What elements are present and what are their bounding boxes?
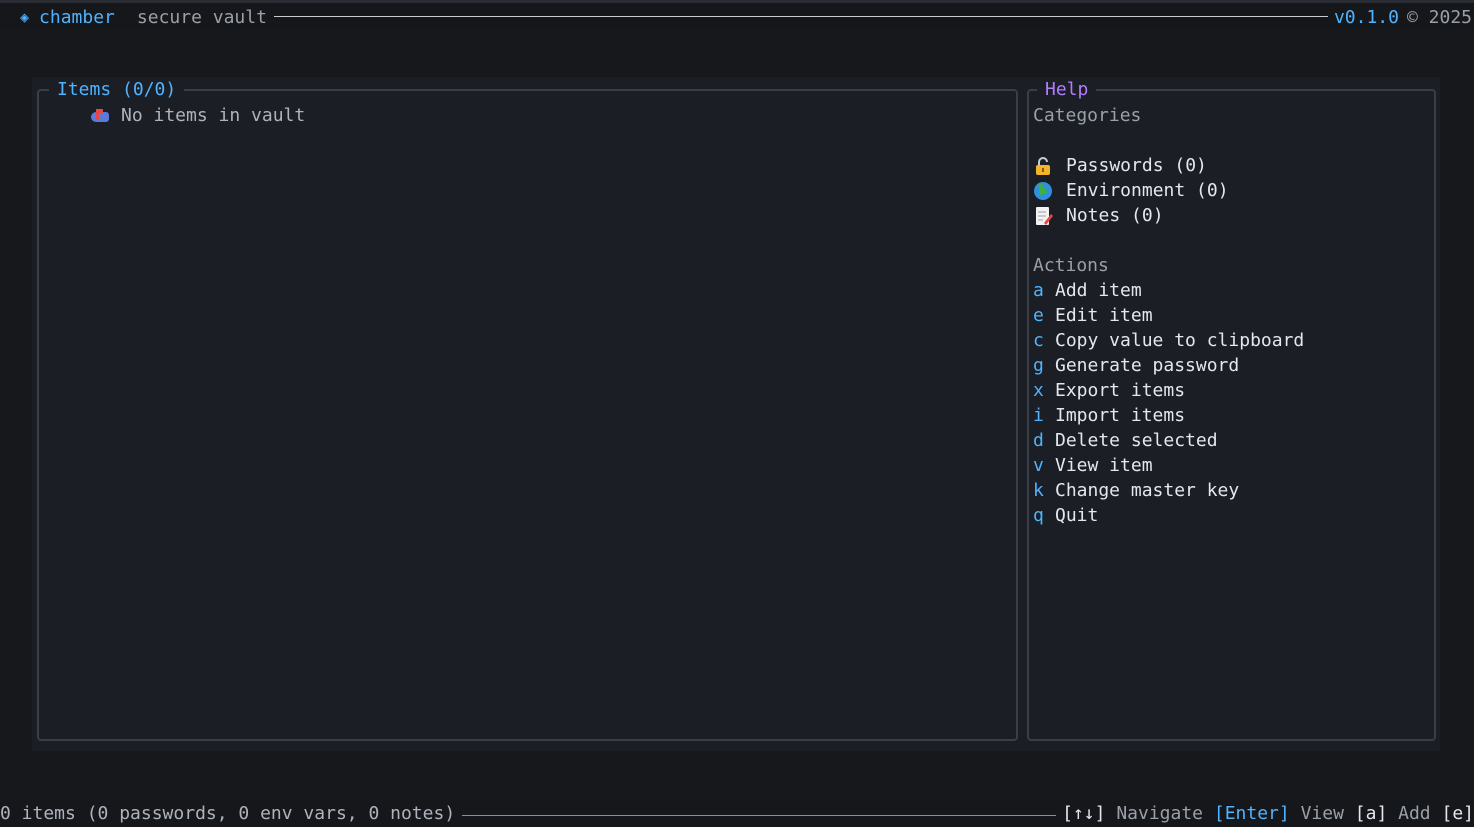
shortcut-label-view: View: [1300, 803, 1344, 824]
action-delete-selected: d Delete selected: [1033, 428, 1430, 453]
action-generate-password: g Generate password: [1033, 353, 1430, 378]
action-key: q: [1033, 505, 1044, 526]
action-copy-value: c Copy value to clipboard: [1033, 328, 1430, 353]
items-panel[interactable]: Items (0/0) No items in vault: [37, 79, 1018, 741]
action-key: e: [1033, 305, 1044, 326]
memo-icon: [1036, 206, 1053, 225]
action-view-item: v View item: [1033, 453, 1430, 478]
empty-state: No items in vault: [91, 103, 305, 128]
shortcut-key-navigate: [↑↓]: [1062, 803, 1106, 824]
action-label: Export items: [1055, 380, 1186, 401]
category-label: Passwords (0): [1066, 155, 1207, 176]
action-label: Import items: [1055, 405, 1186, 426]
action-label: Generate password: [1055, 355, 1240, 376]
categories-heading: Categories: [1033, 105, 1142, 126]
shortcut-label-navigate: Navigate: [1116, 803, 1204, 824]
category-label: Notes (0): [1066, 205, 1164, 226]
title-bar: ◈ chamber secure vault v0.1.0 © 2025: [0, 0, 1474, 28]
action-label: Quit: [1055, 505, 1099, 526]
status-summary: 0 items (0 passwords, 0 env vars, 0 note…: [0, 803, 456, 824]
shortcut-label-add: Add: [1398, 803, 1431, 824]
diamond-icon: ◈: [20, 8, 30, 26]
action-key: v: [1033, 455, 1044, 476]
category-label: Environment (0): [1066, 180, 1229, 201]
category-passwords: Passwords (0): [1033, 153, 1430, 178]
action-edit-item: e Edit item: [1033, 303, 1430, 328]
action-label: Add item: [1055, 280, 1142, 301]
action-key: a: [1033, 280, 1044, 301]
action-key: g: [1033, 355, 1044, 376]
help-panel: Help Categories Passwords (0) Environmen…: [1027, 79, 1436, 741]
lock-icon: [1036, 156, 1050, 175]
items-panel-title: Items (0/0): [49, 79, 185, 101]
action-label: View item: [1055, 455, 1153, 476]
action-key: x: [1033, 380, 1044, 401]
shortcut-key-add: [a]: [1354, 803, 1388, 824]
action-change-master-key: k Change master key: [1033, 478, 1430, 503]
main-area: Items (0/0) No items in vault Help Categ…: [32, 77, 1440, 751]
app-subtitle: secure vault: [136, 6, 267, 28]
action-export-items: x Export items: [1033, 378, 1430, 403]
shortcut-hints: [↑↓] Navigate [Enter] View [a] Add [e]: [1062, 801, 1474, 827]
shortcut-key-view: [Enter]: [1213, 803, 1290, 824]
empty-message: No items in vault: [121, 105, 306, 126]
category-notes: Notes (0): [1033, 203, 1430, 228]
action-quit: q Quit: [1033, 503, 1430, 528]
action-add-item: a Add item: [1033, 278, 1430, 303]
action-key: i: [1033, 405, 1044, 426]
category-environment: Environment (0): [1033, 178, 1430, 203]
action-key: c: [1033, 330, 1044, 351]
shortcut-key-edit: [e]: [1441, 803, 1474, 824]
app-name: chamber: [39, 6, 115, 28]
actions-heading: Actions: [1033, 255, 1109, 276]
action-import-items: i Import items: [1033, 403, 1430, 428]
action-key: k: [1033, 480, 1044, 501]
status-bar: 0 items (0 passwords, 0 env vars, 0 note…: [0, 801, 1474, 827]
version-label: v0.1.0: [1333, 6, 1399, 28]
globe-icon: [1034, 181, 1052, 200]
action-key: d: [1033, 430, 1044, 451]
mailbox-icon: [91, 108, 109, 123]
copyright-label: © 2025: [1406, 6, 1472, 28]
title-divider: [274, 16, 1328, 17]
status-divider: [462, 815, 1056, 816]
action-label: Change master key: [1055, 480, 1240, 501]
action-label: Delete selected: [1055, 430, 1218, 451]
help-panel-title: Help: [1037, 79, 1097, 101]
action-label: Edit item: [1055, 305, 1153, 326]
action-label: Copy value to clipboard: [1055, 330, 1305, 351]
